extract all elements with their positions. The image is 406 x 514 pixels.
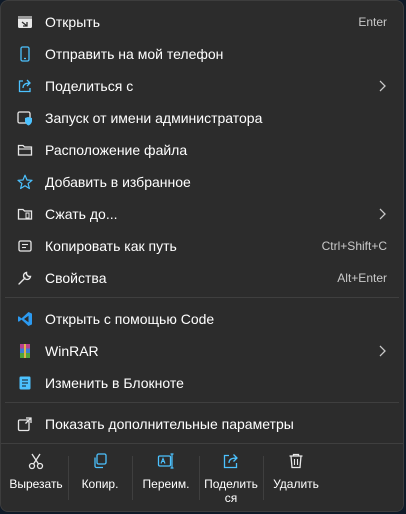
folder-icon xyxy=(17,144,33,156)
phone-icon xyxy=(20,46,30,62)
share-icon xyxy=(18,79,31,93)
more-options-icon xyxy=(17,417,32,432)
star-icon xyxy=(17,174,33,190)
cut-button[interactable]: Вырезать xyxy=(5,452,67,508)
wrench-icon xyxy=(18,271,32,285)
delete-button[interactable]: Удалить xyxy=(264,452,328,508)
context-menu: Открыть Enter Отправить на мой телефон П… xyxy=(0,0,404,512)
chevron-right-icon xyxy=(379,345,386,357)
vscode-icon xyxy=(18,312,32,326)
menu-item-label: Сжать до... xyxy=(45,206,118,222)
open-window-icon xyxy=(18,16,32,28)
menu-item-run-as-admin[interactable]: Запуск от имени администратора xyxy=(5,103,399,133)
trash-icon xyxy=(289,453,303,469)
menu-separator xyxy=(5,297,399,298)
menu-item-label: Свойства xyxy=(45,270,107,286)
cut-label: Вырезать xyxy=(9,477,63,491)
chevron-right-icon xyxy=(379,208,386,220)
menu-item-share-with[interactable]: Поделиться с xyxy=(5,71,399,101)
delete-label: Удалить xyxy=(273,477,319,491)
menu-item-open[interactable]: Открыть Enter xyxy=(5,7,399,37)
winrar-icon xyxy=(20,344,30,358)
chevron-right-icon xyxy=(379,80,386,92)
menu-item-winrar[interactable]: WinRAR xyxy=(5,336,399,366)
menu-item-label: Отправить на мой телефон xyxy=(45,46,224,62)
scissors-icon xyxy=(28,453,44,470)
rename-icon xyxy=(157,453,174,469)
menu-item-file-location[interactable]: Расположение файла xyxy=(5,135,399,165)
admin-shield-icon xyxy=(17,111,32,126)
menu-item-label: Открыть xyxy=(45,14,100,30)
menu-item-label: Копировать как путь xyxy=(45,238,177,254)
menu-separator xyxy=(5,402,399,403)
menu-item-send-to-phone[interactable]: Отправить на мой телефон xyxy=(5,39,399,69)
shortcut-text: Enter xyxy=(358,15,387,29)
shortcut-text: Ctrl+Shift+C xyxy=(321,239,387,253)
menu-item-copy-as-path[interactable]: Копировать как путь Ctrl+Shift+C xyxy=(5,231,399,261)
menu-item-label: Изменить в Блокноте xyxy=(45,375,184,391)
copy-button[interactable]: Копир. xyxy=(69,452,131,508)
compress-folder-icon xyxy=(17,208,33,220)
menu-item-label: Показать дополнительные параметры xyxy=(45,416,294,432)
menu-item-label: Поделиться с xyxy=(45,78,134,94)
menu-item-label: Открыть с помощью Code xyxy=(45,311,215,327)
copy-path-icon xyxy=(18,240,32,252)
rename-label: Переим. xyxy=(142,477,190,491)
menu-item-show-more-options[interactable]: Показать дополнительные параметры xyxy=(5,409,399,439)
menu-item-compress-to[interactable]: Сжать до... xyxy=(5,199,399,229)
quick-actions-bar: Вырезать Копир. Переим. Поделиться Удали… xyxy=(1,444,403,511)
share-button[interactable]: Поделиться xyxy=(200,452,262,508)
shortcut-text: Alt+Enter xyxy=(337,271,387,285)
menu-item-open-with-code[interactable]: Открыть с помощью Code xyxy=(5,304,399,334)
rename-button[interactable]: Переим. xyxy=(133,452,199,508)
menu-item-label: Расположение файла xyxy=(45,142,188,158)
menu-item-label: WinRAR xyxy=(45,343,99,359)
menu-item-add-favorites[interactable]: Добавить в избранное xyxy=(5,167,399,197)
menu-item-label: Добавить в избранное xyxy=(45,174,191,190)
share-icon xyxy=(223,454,238,469)
menu-item-edit-notepad[interactable]: Изменить в Блокноте xyxy=(5,368,399,398)
menu-item-label: Запуск от имени администратора xyxy=(45,110,263,126)
notepad-icon xyxy=(19,376,31,390)
share-label: Поделиться xyxy=(204,477,258,505)
copy-icon xyxy=(94,453,107,469)
copy-label: Копир. xyxy=(81,477,119,491)
menu-item-properties[interactable]: Свойства Alt+Enter xyxy=(5,263,399,293)
